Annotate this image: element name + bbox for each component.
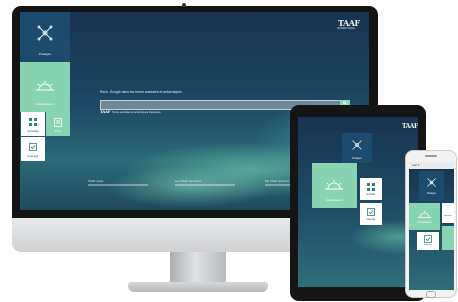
sunrise-icon (417, 210, 432, 218)
list-icon (54, 118, 62, 127)
desktop-tile-interact[interactable]: Interagir (21, 137, 45, 161)
phone-home-button[interactable] (426, 291, 436, 298)
tile-label: Connaissance (326, 199, 343, 202)
tile-label: Interagir (423, 244, 433, 246)
phone-tile-activities[interactable]: Activités (442, 203, 454, 223)
checkbox-icon (367, 208, 375, 216)
network-icon (352, 140, 362, 150)
grid-icon (29, 118, 37, 126)
checkbox-icon (424, 235, 432, 243)
webcam (182, 3, 186, 7)
sunrise-icon (325, 180, 343, 190)
tile-label: Protégez (426, 193, 437, 195)
tablet-screen: TAAF Protégez Connaissance Activités Int… (298, 117, 418, 287)
tile-label: Protégez (352, 157, 362, 160)
tablet-tile-interact[interactable]: Interagir (360, 203, 382, 225)
tile-label: Activités (444, 215, 452, 217)
network-icon (427, 178, 436, 187)
grid-icon (367, 183, 375, 191)
tile-label: Protégez (38, 52, 51, 56)
tablet-tile-knowledge[interactable]: Connaissance (312, 163, 357, 208)
brand-logo: TAAF (402, 123, 418, 130)
tile-label: Connaissance (417, 222, 432, 224)
desktop-tile-protect[interactable]: Protégez (20, 12, 70, 62)
tablet-tile-protect[interactable]: Protégez (342, 133, 372, 163)
footer-link-recruit[interactable]: Les TAAF recrutent (175, 179, 201, 183)
note-text: Terres australes et antarctiques françai… (112, 111, 161, 114)
footer-text-line (88, 184, 148, 186)
footer-link-news[interactable]: TAAF news (88, 179, 103, 183)
tile-label: Infos (54, 129, 62, 133)
tile-label: Connaissance (35, 102, 55, 106)
desktop-tile-activities[interactable]: Activités (21, 112, 45, 136)
phone-tile-knowledge[interactable]: Connaissance (409, 203, 440, 230)
checkbox-icon (29, 143, 37, 151)
tile-label: Interagir (366, 218, 376, 221)
footer-link-account[interactable]: My TAAF account (265, 179, 289, 183)
sunrise-icon (36, 81, 54, 91)
monitor-stand-foot (128, 282, 268, 292)
footer-text-line (175, 184, 235, 186)
small-logo: TAAF (100, 109, 110, 114)
tile-label: Activités (366, 193, 376, 196)
phone-tile-infos[interactable] (442, 226, 454, 250)
phone-tile-interact[interactable]: Interagir (417, 232, 439, 250)
url-text: taaf.fr (412, 163, 420, 167)
tile-label: Activités (27, 129, 39, 133)
search-label: Rech. Google dans les terres australes e… (100, 90, 182, 94)
phone-speaker (425, 155, 437, 157)
monitor-stand-neck (170, 252, 226, 284)
desktop-tile-infos[interactable]: Infos (46, 112, 70, 136)
tile-label: Interagir (27, 154, 39, 158)
phone-screen: taaf.fr Protégez Connaissance Activités … (409, 162, 454, 290)
tablet-tile-activities[interactable]: Activités (360, 178, 382, 200)
phone-tile-protect[interactable]: Protégez (419, 171, 444, 201)
phone-url-bar[interactable]: taaf.fr (409, 162, 454, 169)
brand-subtitle: ANTARCTIQUE (337, 27, 355, 30)
desktop-tile-knowledge[interactable]: Connaissance (20, 62, 70, 112)
network-icon (37, 25, 53, 41)
